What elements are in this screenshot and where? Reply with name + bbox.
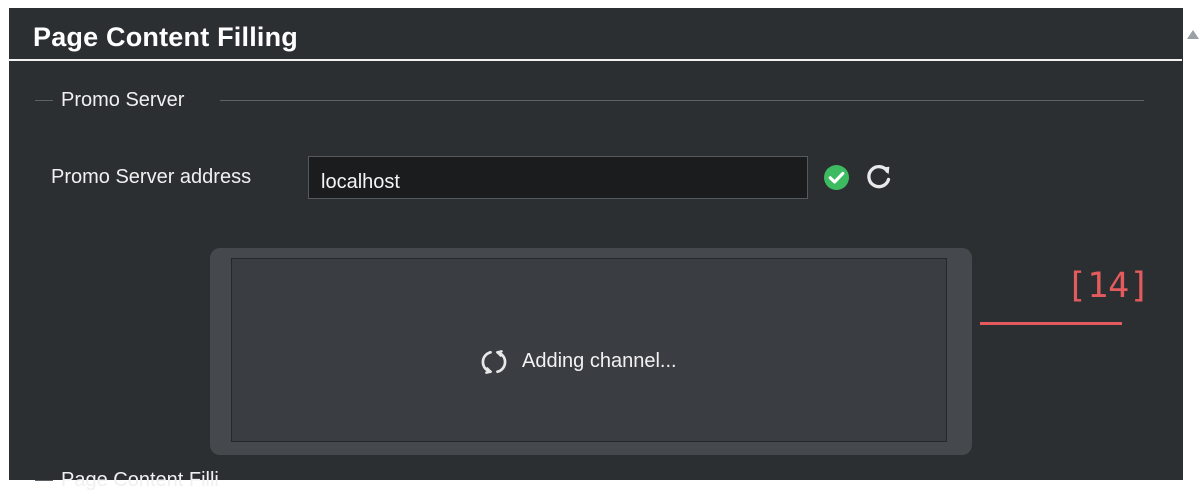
promo-server-address-label: Promo Server address [51, 166, 252, 188]
group-title: Promo Server [61, 89, 185, 111]
loading-status-text: Adding channel... [522, 350, 677, 372]
page-title: Page Content Filling [33, 22, 298, 52]
promo-server-address-input[interactable] [308, 156, 808, 199]
group-border-left [35, 100, 53, 101]
loading-spinner-icon [481, 350, 507, 374]
next-group-border-left [35, 480, 53, 481]
refresh-icon[interactable] [864, 161, 894, 191]
title-divider [8, 59, 1182, 61]
check-circle-icon [824, 165, 849, 190]
group-border-right [220, 100, 1144, 101]
vertical-scrollbar[interactable] [1184, 0, 1202, 480]
scroll-up-arrow-icon[interactable] [1187, 30, 1199, 39]
annotation-label: [14] [1066, 266, 1151, 306]
next-group-title: Page Content Filli [61, 469, 219, 491]
annotation-underline [980, 322, 1122, 325]
